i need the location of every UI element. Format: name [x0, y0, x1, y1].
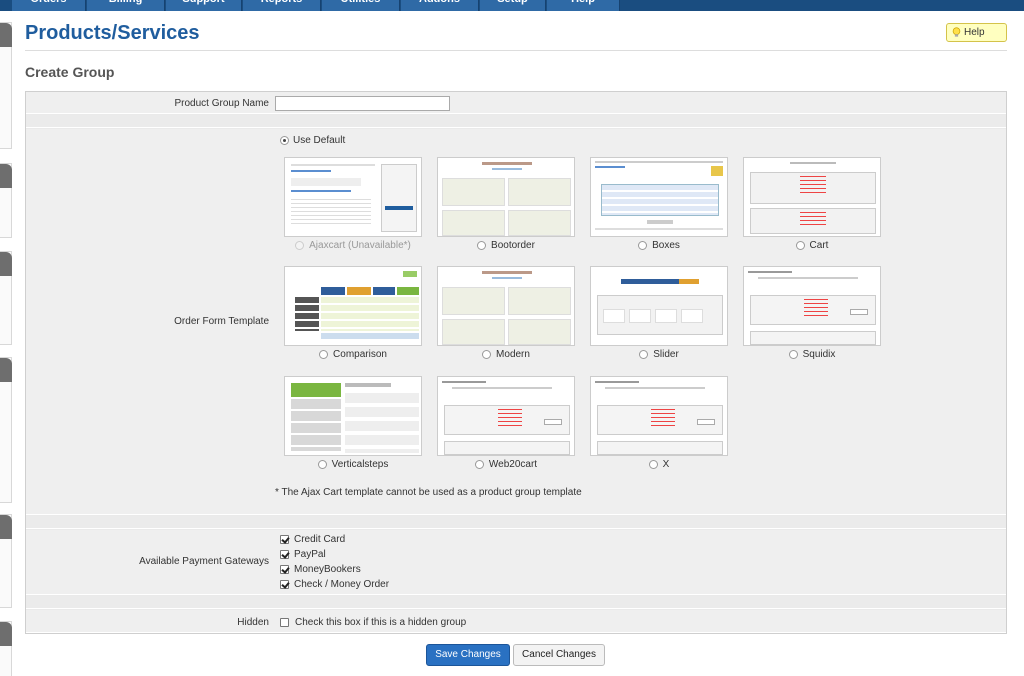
- template-thumbnail: [743, 266, 881, 346]
- row-product-group-name: Product Group Name: [26, 92, 1006, 114]
- template-x[interactable]: X: [590, 376, 728, 470]
- nav-tab-utilities[interactable]: Utilities: [322, 0, 400, 11]
- nav-tab-orders[interactable]: Orders: [12, 0, 86, 11]
- lightbulb-icon: [952, 27, 961, 37]
- gateway-credit-card[interactable]: Credit Card: [280, 534, 345, 545]
- hidden-label: Hidden: [237, 617, 269, 628]
- ajaxcart-note: * The Ajax Cart template cannot be used …: [275, 487, 582, 498]
- gateway-label: Credit Card: [294, 534, 346, 545]
- template-modern[interactable]: Modern: [437, 266, 575, 360]
- gateway-checkbox[interactable]: [280, 535, 289, 544]
- template-web20cart[interactable]: Web20cart: [437, 376, 575, 470]
- title-divider: [25, 50, 1007, 51]
- template-thumbnail: [284, 376, 422, 456]
- sidebar-widget[interactable]: [0, 163, 12, 238]
- template-thumbnail: [590, 157, 728, 237]
- template-radio[interactable]: [638, 241, 648, 250]
- template-thumbnail: [437, 376, 575, 456]
- help-label: Help: [964, 27, 985, 38]
- template-thumbnail: [284, 157, 422, 237]
- gateway-check-money-order[interactable]: Check / Money Order: [280, 579, 389, 590]
- nav-tab-reports[interactable]: Reports: [243, 0, 321, 11]
- row-hidden: Hidden Check this box if this is a hidde…: [26, 610, 1006, 633]
- order-form-template-label: Order Form Template: [174, 316, 269, 327]
- template-bootorder[interactable]: Bootorder: [437, 157, 575, 251]
- template-label: Bootorder: [491, 240, 535, 251]
- template-cart[interactable]: Cart: [743, 157, 881, 251]
- template-comparison[interactable]: Comparison: [284, 266, 422, 360]
- nav-tab-addons[interactable]: Addons: [401, 0, 479, 11]
- template-label: X: [662, 459, 670, 470]
- row-spacer: [26, 596, 1006, 609]
- gateway-checkbox[interactable]: [280, 550, 289, 559]
- use-default-label: Use Default: [293, 135, 346, 146]
- top-navigation: Orders Billing Support Reports Utilities…: [0, 0, 1024, 11]
- template-thumbnail: [590, 376, 728, 456]
- template-label: Web20cart: [488, 459, 538, 470]
- template-thumbnail: [743, 157, 881, 237]
- template-radio[interactable]: [482, 350, 492, 359]
- use-default-option[interactable]: Use Default: [280, 135, 345, 146]
- template-radio[interactable]: [295, 241, 305, 250]
- template-ajaxcart[interactable]: Ajaxcart (Unavailable*): [284, 157, 422, 251]
- row-spacer: [26, 516, 1006, 529]
- help-button[interactable]: Help: [946, 23, 1007, 42]
- template-radio[interactable]: [477, 241, 487, 250]
- page-title: Products/Services: [25, 22, 200, 44]
- template-radio[interactable]: [319, 350, 329, 359]
- nav-tab-billing[interactable]: Billing: [87, 0, 165, 11]
- gateway-paypal[interactable]: PayPal: [280, 549, 326, 560]
- create-group-form: Product Group Name Order Form Template U…: [25, 91, 1007, 634]
- hidden-checkbox[interactable]: [280, 618, 289, 627]
- gateway-checkbox[interactable]: [280, 580, 289, 589]
- template-label: Modern: [496, 349, 530, 360]
- nav-tab-support[interactable]: Support: [166, 0, 242, 11]
- row-payment-gateways: Available Payment Gateways Credit Card P…: [26, 530, 1006, 595]
- template-verticalsteps[interactable]: Verticalsteps: [284, 376, 422, 470]
- template-thumbnail: [284, 266, 422, 346]
- sidebar-widget[interactable]: [0, 357, 12, 503]
- template-label: Boxes: [652, 240, 680, 251]
- template-radio[interactable]: [317, 460, 327, 469]
- template-thumbnail: [437, 157, 575, 237]
- sidebar-widget[interactable]: [0, 251, 12, 345]
- gateway-label: Check / Money Order: [294, 579, 390, 590]
- nav-tab-help[interactable]: Help: [547, 0, 620, 11]
- template-thumbnail: [437, 266, 575, 346]
- sidebar-widget[interactable]: [0, 621, 12, 676]
- template-thumbnail: [590, 266, 728, 346]
- hidden-checkbox-label: Check this box if this is a hidden group: [295, 617, 467, 628]
- hidden-option[interactable]: Check this box if this is a hidden group: [280, 617, 466, 628]
- template-boxes[interactable]: Boxes: [590, 157, 728, 251]
- gateway-checkbox[interactable]: [280, 565, 289, 574]
- template-label: Slider: [653, 349, 679, 360]
- template-squidix[interactable]: Squidix: [743, 266, 881, 360]
- section-title: Create Group: [25, 64, 115, 80]
- template-label: Squidix: [802, 349, 836, 360]
- template-radio[interactable]: [474, 460, 484, 469]
- template-label: Comparison: [333, 349, 387, 360]
- use-default-radio[interactable]: [280, 136, 289, 145]
- template-label: Verticalsteps: [331, 459, 389, 470]
- gateway-label: MoneyBookers: [294, 564, 361, 575]
- gateway-moneybookers[interactable]: MoneyBookers: [280, 564, 361, 575]
- cancel-changes-button[interactable]: Cancel Changes: [513, 644, 605, 666]
- template-radio[interactable]: [639, 350, 649, 359]
- template-label: Ajaxcart (Unavailable*): [309, 240, 411, 251]
- template-radio[interactable]: [648, 460, 658, 469]
- template-radio[interactable]: [795, 241, 805, 250]
- sidebar-widget[interactable]: [0, 514, 12, 608]
- payment-gateways-label: Available Payment Gateways: [139, 556, 269, 567]
- template-label: Cart: [809, 240, 829, 251]
- template-slider[interactable]: Slider: [590, 266, 728, 360]
- product-group-name-input[interactable]: [275, 96, 450, 111]
- row-order-form-template: Order Form Template Use Default Ajaxcart…: [26, 129, 1006, 515]
- template-radio[interactable]: [788, 350, 798, 359]
- nav-tab-setup[interactable]: Setup: [480, 0, 546, 11]
- product-group-name-label: Product Group Name: [174, 98, 270, 109]
- row-spacer: [26, 115, 1006, 128]
- save-changes-button[interactable]: Save Changes: [426, 644, 510, 666]
- gateway-label: PayPal: [294, 549, 326, 560]
- sidebar-widget[interactable]: [0, 22, 12, 149]
